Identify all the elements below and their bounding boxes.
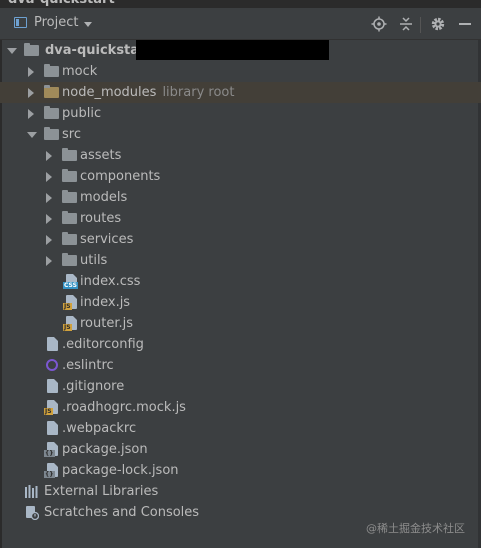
folder-icon [62,232,77,245]
tree-item-label: package-lock.json [62,463,179,478]
tree-item-node-modules[interactable]: node_modules library root [0,82,481,103]
chevron-right-icon[interactable] [46,256,52,266]
chevron-right-icon[interactable] [28,109,34,119]
js-file-icon: JS [44,400,58,415]
hide-icon[interactable] [457,16,473,32]
tree-item-label: .roadhogrc.mock.js [62,400,186,415]
css-file-icon: CSS [63,274,78,289]
folder-icon [44,106,59,119]
tree-item-label: services [80,232,134,247]
js-file-icon: JS [63,316,77,331]
tree-item-label: public [62,106,102,121]
tree-item-eslintrc[interactable]: .eslintrc [0,355,481,376]
folder-icon [44,127,59,140]
tree-item-routes[interactable]: routes [0,208,481,229]
scratches-icon [26,506,39,520]
text-file-icon [47,379,58,393]
folder-icon [44,64,59,77]
project-view-selector[interactable]: Project [34,15,78,30]
folder-icon [62,148,77,161]
project-view-icon [14,17,27,28]
folder-icon [62,169,77,182]
tree-item-label: Scratches and Consoles [44,505,200,520]
tree-item-utils[interactable]: utils [0,250,481,271]
tree-item-index-js[interactable]: JS index.js [0,292,481,313]
eslint-icon [46,359,58,371]
folder-icon [24,43,39,56]
package-json-icon: {} [44,442,58,457]
tree-item-label: External Libraries [44,484,159,499]
redacted-path [136,40,329,60]
tree-item-gitignore[interactable]: .gitignore [0,376,481,397]
chevron-right-icon[interactable] [28,88,34,98]
tree-item-package-lock[interactable]: {} package-lock.json [0,460,481,481]
tree-item-router-js[interactable]: JS router.js [0,313,481,334]
chevron-right-icon[interactable] [46,214,52,224]
tree-item-label: .editorconfig [62,337,144,352]
config-file-icon [47,337,58,351]
tree-item-label: components [80,169,161,184]
tree-item-roadhogrc[interactable]: JS .roadhogrc.mock.js [0,397,481,418]
tree-item-label: models [80,190,128,205]
folder-icon [62,253,77,266]
tree-item-package-json[interactable]: {} package.json [0,439,481,460]
folder-icon [62,190,77,203]
toolbar-separator [420,17,421,33]
folder-icon [62,211,77,224]
window-title-strip: dva-quickstart [0,0,481,8]
tree-item-label: index.css [80,274,141,289]
tree-item-components[interactable]: components [0,166,481,187]
tree-item-label: index.js [80,295,131,310]
chevron-right-icon[interactable] [46,151,52,161]
tree-item-external-libraries[interactable]: External Libraries [0,481,481,502]
tree-item-root[interactable]: dva-quickstart [0,40,481,61]
tree-item-label: routes [80,211,122,226]
tree-item-models[interactable]: models [0,187,481,208]
tree-item-webpackrc[interactable]: .webpackrc [0,418,481,439]
chevron-right-icon[interactable] [28,67,34,77]
tree-item-label: assets [80,148,122,163]
tree-item-label: node_modules [62,85,157,100]
locate-icon[interactable] [371,16,387,32]
gear-icon[interactable] [430,16,446,32]
project-toolbar: Project [0,8,481,40]
js-file-icon: JS [63,295,77,310]
libraries-icon [25,485,38,498]
library-root-hint: library root [162,85,235,100]
chevron-right-icon[interactable] [46,172,52,182]
chevron-down-icon[interactable] [27,132,37,138]
tree-item-label: mock [62,64,98,79]
window-title: dva-quickstart [8,0,115,7]
library-folder-icon [44,85,59,98]
tree-item-label-group: node_modules library root [62,82,234,103]
tree-item-label: .webpackrc [62,421,137,436]
tree-item-label: src [62,127,81,142]
package-json-icon: {} [44,463,58,478]
tree-item-public[interactable]: public [0,103,481,124]
tree-item-editorconfig[interactable]: .editorconfig [0,334,481,355]
text-file-icon [47,421,58,435]
tree-item-mock[interactable]: mock [0,61,481,82]
tree-item-services[interactable]: services [0,229,481,250]
collapse-all-icon[interactable] [398,16,414,32]
tree-item-index-css[interactable]: CSS index.css [0,271,481,292]
tree-item-label: utils [80,253,108,268]
tree-item-src[interactable]: src [0,124,481,145]
tree-item-label: .eslintrc [62,358,114,373]
tree-item-assets[interactable]: assets [0,145,481,166]
tree-item-label: router.js [80,316,134,331]
tree-item-label: package.json [62,442,148,457]
chevron-down-icon[interactable] [7,48,17,54]
watermark: @稀土掘金技术社区 [366,522,465,535]
chevron-down-icon[interactable] [84,22,92,27]
chevron-right-icon[interactable] [46,193,52,203]
tree-item-label: .gitignore [62,379,125,394]
chevron-right-icon[interactable] [46,235,52,245]
